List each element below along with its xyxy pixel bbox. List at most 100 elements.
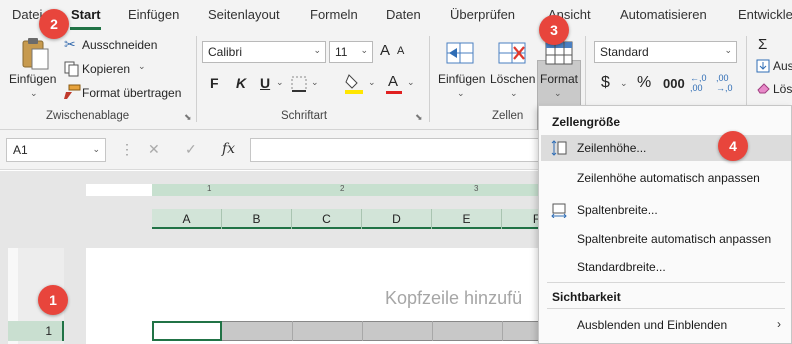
currency-dropdown-chevron[interactable]: ⌄ [620,78,628,89]
tab-entwicklertools[interactable]: Entwickle [738,7,792,22]
font-group-label: Schriftart [281,110,328,122]
grow-font-icon[interactable]: A [380,42,390,59]
column-header-c[interactable]: C [292,209,362,229]
font-color-icon[interactable]: A [388,73,398,90]
font-size-select[interactable]: 11 ⌄ [329,41,373,63]
paste-button[interactable]: Einfügen [9,72,56,86]
ribbon-tabs: Datei Start Einfügen Seitenlayout Formel… [0,0,792,30]
format-dropdown-menu: Zellengröße Zeilenhöhe... Zeilenhöhe aut… [538,105,792,344]
font-name-select[interactable]: Calibri ⌄ [202,41,326,63]
comma-style-icon[interactable]: 000 [663,76,685,91]
cut-button[interactable]: Ausschneiden [82,38,157,52]
fill-button[interactable]: Aus [773,59,792,73]
ruler-mark: 2 [340,184,345,193]
chevron-down-icon: ⌄ [92,144,100,154]
menu-section-visibility: Sichtbarkeit [552,290,621,304]
menu-item-label: Zeilenhöhe... [577,141,647,155]
column-header-b[interactable]: B [222,209,292,229]
delete-cells-button[interactable]: Löschen [490,72,535,86]
formula-input[interactable] [250,138,540,162]
format-cells-button[interactable]: Format [540,72,578,86]
ruler-mark: 3 [474,184,479,193]
currency-icon[interactable]: $ [601,74,610,92]
underline-button[interactable]: U [260,75,270,91]
cell-gridline [362,321,363,341]
name-box[interactable]: A1 ⌄ [6,138,106,162]
header-placeholder[interactable]: Kopfzeile hinzufü [385,288,522,309]
copy-icon[interactable] [64,61,80,77]
confirm-entry-icon[interactable]: ✓ [185,141,197,158]
fill-color-icon[interactable] [344,72,364,94]
clear-icon[interactable] [756,82,770,94]
tab-einfuegen[interactable]: Einfügen [128,7,179,22]
cell-gridline [502,321,503,341]
borders-dropdown-chevron[interactable]: ⌄ [311,77,319,88]
insert-dropdown-chevron[interactable]: ⌄ [457,88,465,99]
tab-start[interactable]: Start [71,7,101,22]
cell-gridline [432,321,433,341]
menu-item-label: Standardbreite... [577,260,666,274]
format-dropdown-chevron[interactable]: ⌄ [554,88,562,99]
insert-cells-button[interactable]: Einfügen [438,72,485,86]
clear-button[interactable]: Lös [773,82,792,96]
font-launcher-icon[interactable]: ⬊ [415,112,423,123]
menu-item-label: Ausblenden und Einblenden [577,318,728,332]
cancel-entry-icon[interactable]: ✕ [148,141,160,158]
chevron-right-icon: › [777,317,781,331]
percent-icon[interactable]: % [637,74,651,92]
menu-separator [547,308,785,309]
underline-dropdown-chevron[interactable]: ⌄ [276,77,284,88]
font-color-swatch [386,91,402,94]
clipboard-launcher-icon[interactable]: ⬊ [184,112,192,123]
fill-icon[interactable] [756,59,770,73]
tab-datei[interactable]: Datei [12,7,42,22]
delete-dropdown-chevron[interactable]: ⌄ [510,88,518,99]
copy-dropdown-chevron[interactable]: ⌄ [138,61,146,72]
tab-ueberpruefen[interactable]: Überprüfen [450,7,515,22]
shrink-font-icon[interactable]: A [397,45,404,57]
column-header-a[interactable]: A [152,209,222,229]
column-header-d[interactable]: D [362,209,432,229]
tab-seitenlayout[interactable]: Seitenlayout [208,7,280,22]
menu-item-label: Zeilenhöhe automatisch anpassen [577,171,760,185]
menu-item-autofit-row-height[interactable]: Zeilenhöhe automatisch anpassen [541,165,791,191]
menu-item-default-width[interactable]: Standardbreite... [541,254,791,280]
menu-item-autofit-column-width[interactable]: Spaltenbreite automatisch anpassen [541,226,791,252]
decrease-decimal-icon[interactable]: ,00 →,0 [716,73,733,93]
column-header-e[interactable]: E [432,209,502,229]
borders-icon[interactable] [290,75,308,93]
drag-handle-icon[interactable]: ⋮ [120,141,134,158]
number-format-select[interactable]: Standard ⌄ [594,41,737,63]
tab-daten[interactable]: Daten [386,7,421,22]
active-cell-a1[interactable] [152,321,222,341]
menu-item-row-height[interactable]: Zeilenhöhe... [541,135,791,161]
copy-button[interactable]: Kopieren [82,62,130,76]
cut-icon[interactable]: ✂ [64,36,76,53]
font-color-dropdown-chevron[interactable]: ⌄ [407,77,415,88]
paste-dropdown-chevron[interactable]: ⌄ [30,88,38,99]
insert-function-icon[interactable]: fx [222,141,235,157]
menu-item-label: Spaltenbreite... [577,203,658,217]
menu-separator [547,282,785,283]
format-painter-button[interactable]: Format übertragen [82,86,181,100]
tab-formeln[interactable]: Formeln [310,7,358,22]
group-separator [196,36,197,122]
fill-color-dropdown-chevron[interactable]: ⌄ [368,77,376,88]
format-painter-icon[interactable] [63,84,81,100]
column-width-icon [551,203,567,218]
chevron-down-icon: ⌄ [313,45,321,55]
autosum-icon[interactable]: Σ [758,36,767,53]
italic-button[interactable]: K [236,75,246,91]
tab-automatisieren[interactable]: Automatisieren [620,7,707,22]
row-header-1[interactable]: 1 [8,321,64,341]
paste-icon[interactable] [20,36,50,70]
bold-button[interactable]: F [210,75,219,91]
chevron-down-icon: ⌄ [724,45,732,55]
menu-item-hide-unhide[interactable]: Ausblenden und Einblenden › [541,312,791,338]
menu-item-column-width[interactable]: Spaltenbreite... [541,197,791,223]
delete-cells-icon[interactable] [497,39,527,67]
insert-cells-icon[interactable] [445,39,475,67]
menu-item-label: Spaltenbreite automatisch anpassen [577,232,772,246]
font-name-value: Calibri [208,45,243,59]
increase-decimal-icon[interactable]: ←,0 ,00 [690,73,707,93]
